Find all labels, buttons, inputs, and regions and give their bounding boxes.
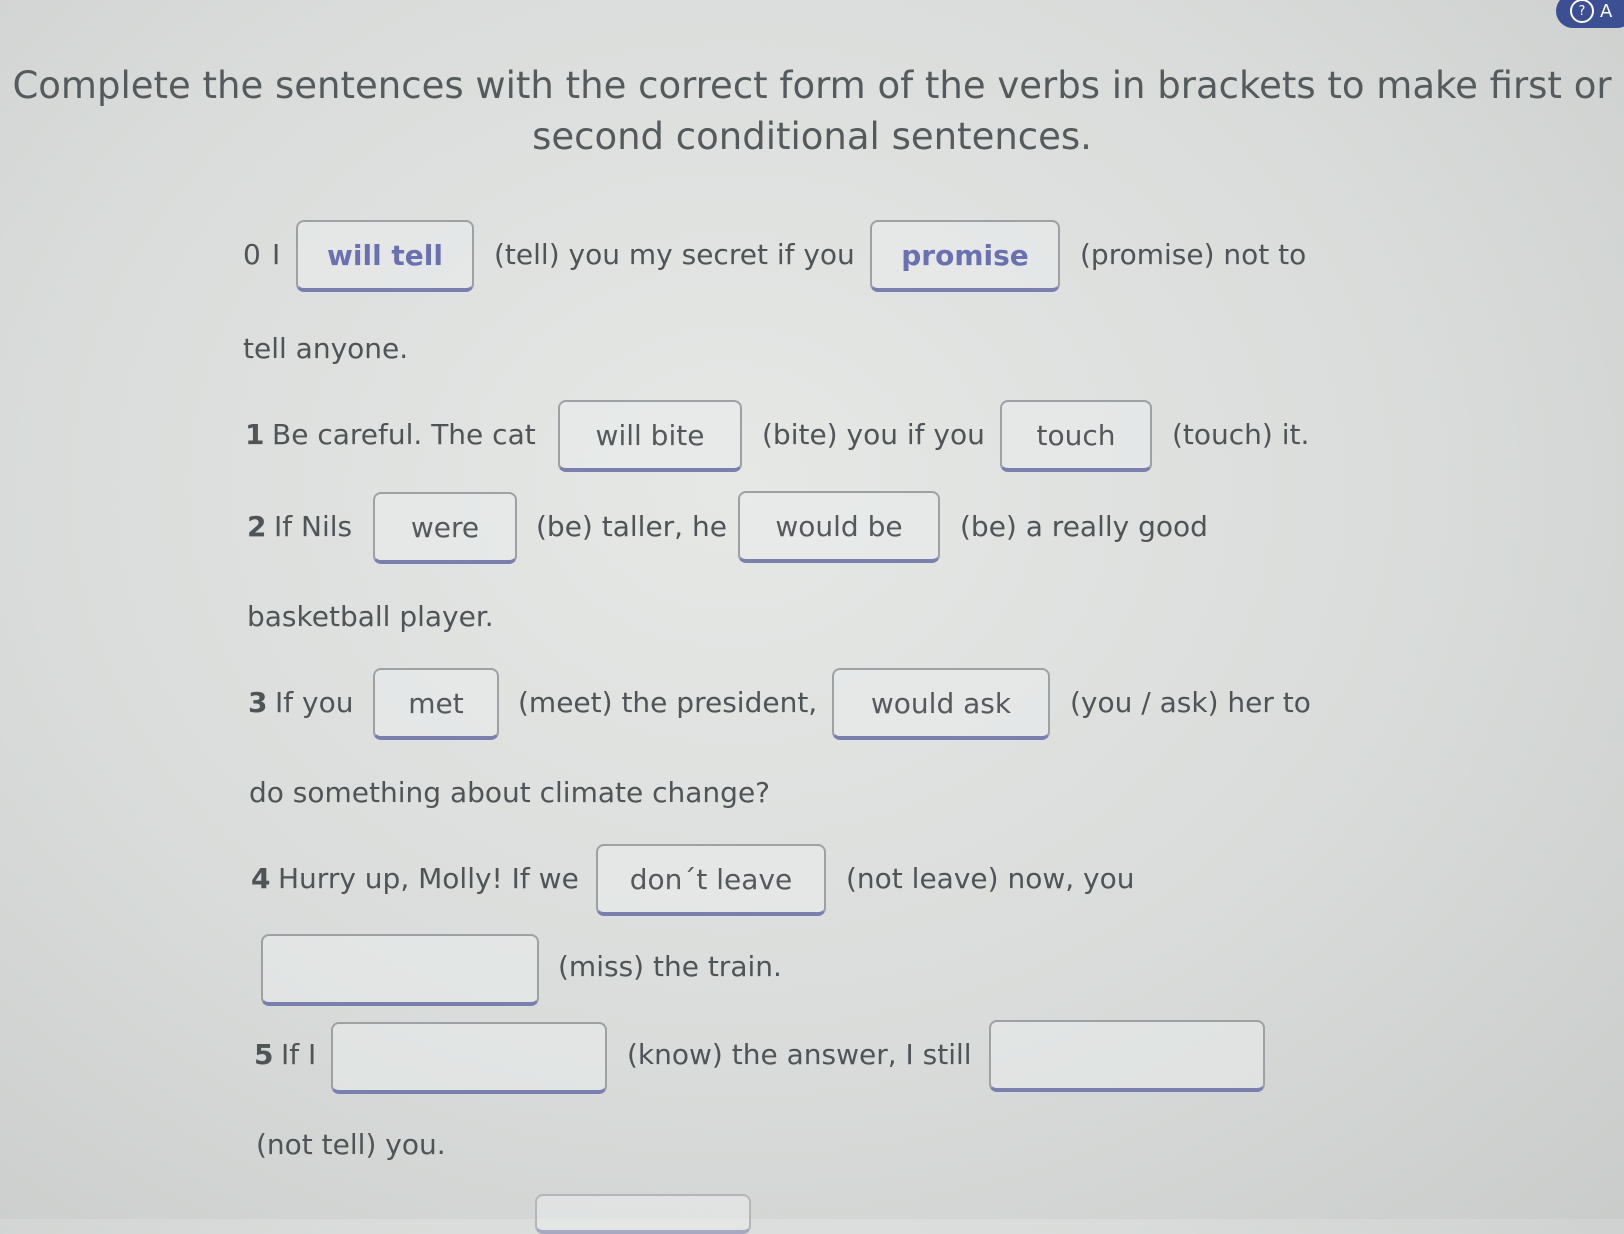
item-3-answer-2[interactable]: would ask bbox=[832, 668, 1050, 740]
item-0-text-4: tell anyone. bbox=[243, 332, 409, 365]
help-badge[interactable]: ? A bbox=[1556, 0, 1624, 28]
item-5-text-2: (know) the answer, I still bbox=[627, 1038, 972, 1071]
item-0-text-3: (promise) not to bbox=[1080, 238, 1307, 271]
item-0-text-2: (tell) you my secret if you bbox=[494, 238, 855, 271]
item-2-text-1: If Nils bbox=[274, 510, 353, 543]
item-4-text-2: (not leave) now, you bbox=[846, 862, 1135, 895]
item-3-text-3: (you / ask) her to bbox=[1070, 686, 1311, 719]
item-5-number: 5 bbox=[254, 1038, 274, 1071]
item-3-number: 3 bbox=[248, 686, 268, 719]
item-3-text-1: If you bbox=[275, 686, 354, 719]
item-3-answer-1[interactable]: met bbox=[373, 668, 499, 740]
item-4-text-3: (miss) the train. bbox=[558, 950, 782, 983]
item-2-text-2: (be) taller, he bbox=[536, 510, 727, 543]
item-2-number: 2 bbox=[247, 510, 267, 543]
item-0-answer-1[interactable]: will tell bbox=[296, 220, 474, 292]
item-0-text-1: I bbox=[272, 238, 281, 271]
item-2-answer-1[interactable]: were bbox=[373, 492, 517, 564]
item-5-answer-2[interactable] bbox=[989, 1020, 1265, 1092]
item-3-text-4: do something about climate change? bbox=[249, 776, 771, 809]
item-1-number: 1 bbox=[245, 418, 265, 451]
item-1-text-1: Be careful. The cat bbox=[272, 418, 536, 451]
item-4-text-1: Hurry up, Molly! If we bbox=[278, 862, 579, 895]
item-4-answer-1[interactable]: don´t leave bbox=[596, 844, 826, 916]
item-1-answer-2[interactable]: touch bbox=[1000, 400, 1152, 472]
item-2-text-4: basketball player. bbox=[247, 600, 494, 633]
item-1-answer-1[interactable]: will bite bbox=[558, 400, 742, 472]
item-0-number: 0 bbox=[243, 238, 261, 271]
item-4-number: 4 bbox=[251, 862, 271, 895]
item-5-text-3: (not tell) you. bbox=[256, 1128, 446, 1161]
item-0-answer-2[interactable]: promise bbox=[870, 220, 1060, 292]
next-item-answer-box[interactable] bbox=[535, 1194, 751, 1234]
item-2-text-3: (be) a really good bbox=[960, 510, 1208, 543]
item-1-text-3: (touch) it. bbox=[1172, 418, 1310, 451]
help-icon[interactable]: ? bbox=[1570, 0, 1594, 23]
item-5-text-1: If I bbox=[281, 1038, 317, 1071]
item-4-answer-2[interactable] bbox=[261, 934, 539, 1006]
instructions-text: Complete the sentences with the correct … bbox=[12, 64, 1612, 158]
item-3-text-2: (meet) the president, bbox=[518, 686, 818, 719]
help-badge-label: A bbox=[1600, 0, 1613, 22]
item-5-answer-1[interactable] bbox=[331, 1022, 607, 1094]
item-2-answer-2[interactable]: would be bbox=[738, 491, 940, 563]
item-1-text-2: (bite) you if you bbox=[762, 418, 985, 451]
